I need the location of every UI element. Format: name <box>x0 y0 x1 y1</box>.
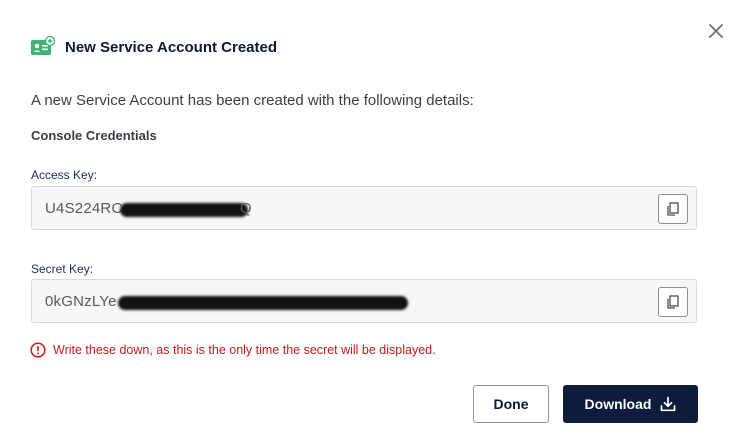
copy-icon <box>667 202 679 216</box>
warning-text: Write these down, as this is the only ti… <box>53 343 436 357</box>
secret-key-redaction <box>118 296 408 310</box>
close-button[interactable] <box>703 18 729 44</box>
secret-warning: Write these down, as this is the only ti… <box>30 342 436 358</box>
alert-circle-icon <box>30 342 46 358</box>
download-button-label: Download <box>584 396 652 412</box>
secret-key-value: 0kGNzLYe <box>45 293 117 310</box>
dialog-header: New Service Account Created <box>30 34 277 60</box>
done-button-label: Done <box>493 396 529 412</box>
copy-access-key-button[interactable] <box>658 194 688 224</box>
dialog-title: New Service Account Created <box>65 38 278 56</box>
service-account-card-icon <box>30 36 56 58</box>
secret-key-label: Secret Key: <box>31 262 94 276</box>
access-key-label: Access Key: <box>31 168 98 182</box>
section-title: Console Credentials <box>31 128 157 143</box>
access-key-value: U4S224RC <box>45 200 123 217</box>
access-key-value-tail: Q <box>240 200 252 217</box>
download-icon <box>660 396 676 412</box>
close-icon[interactable] <box>708 23 724 39</box>
access-key-field[interactable]: U4S224RC Q <box>31 186 697 230</box>
intro-text: A new Service Account has been created w… <box>31 92 474 109</box>
secret-key-field[interactable]: 0kGNzLYe <box>31 279 697 323</box>
access-key-redaction <box>120 203 248 217</box>
copy-icon <box>667 295 679 309</box>
download-button[interactable]: Download <box>563 385 698 423</box>
copy-secret-key-button[interactable] <box>658 287 688 317</box>
service-account-created-dialog: New Service Account Created A new Servic… <box>0 0 748 446</box>
done-button[interactable]: Done <box>473 385 549 423</box>
